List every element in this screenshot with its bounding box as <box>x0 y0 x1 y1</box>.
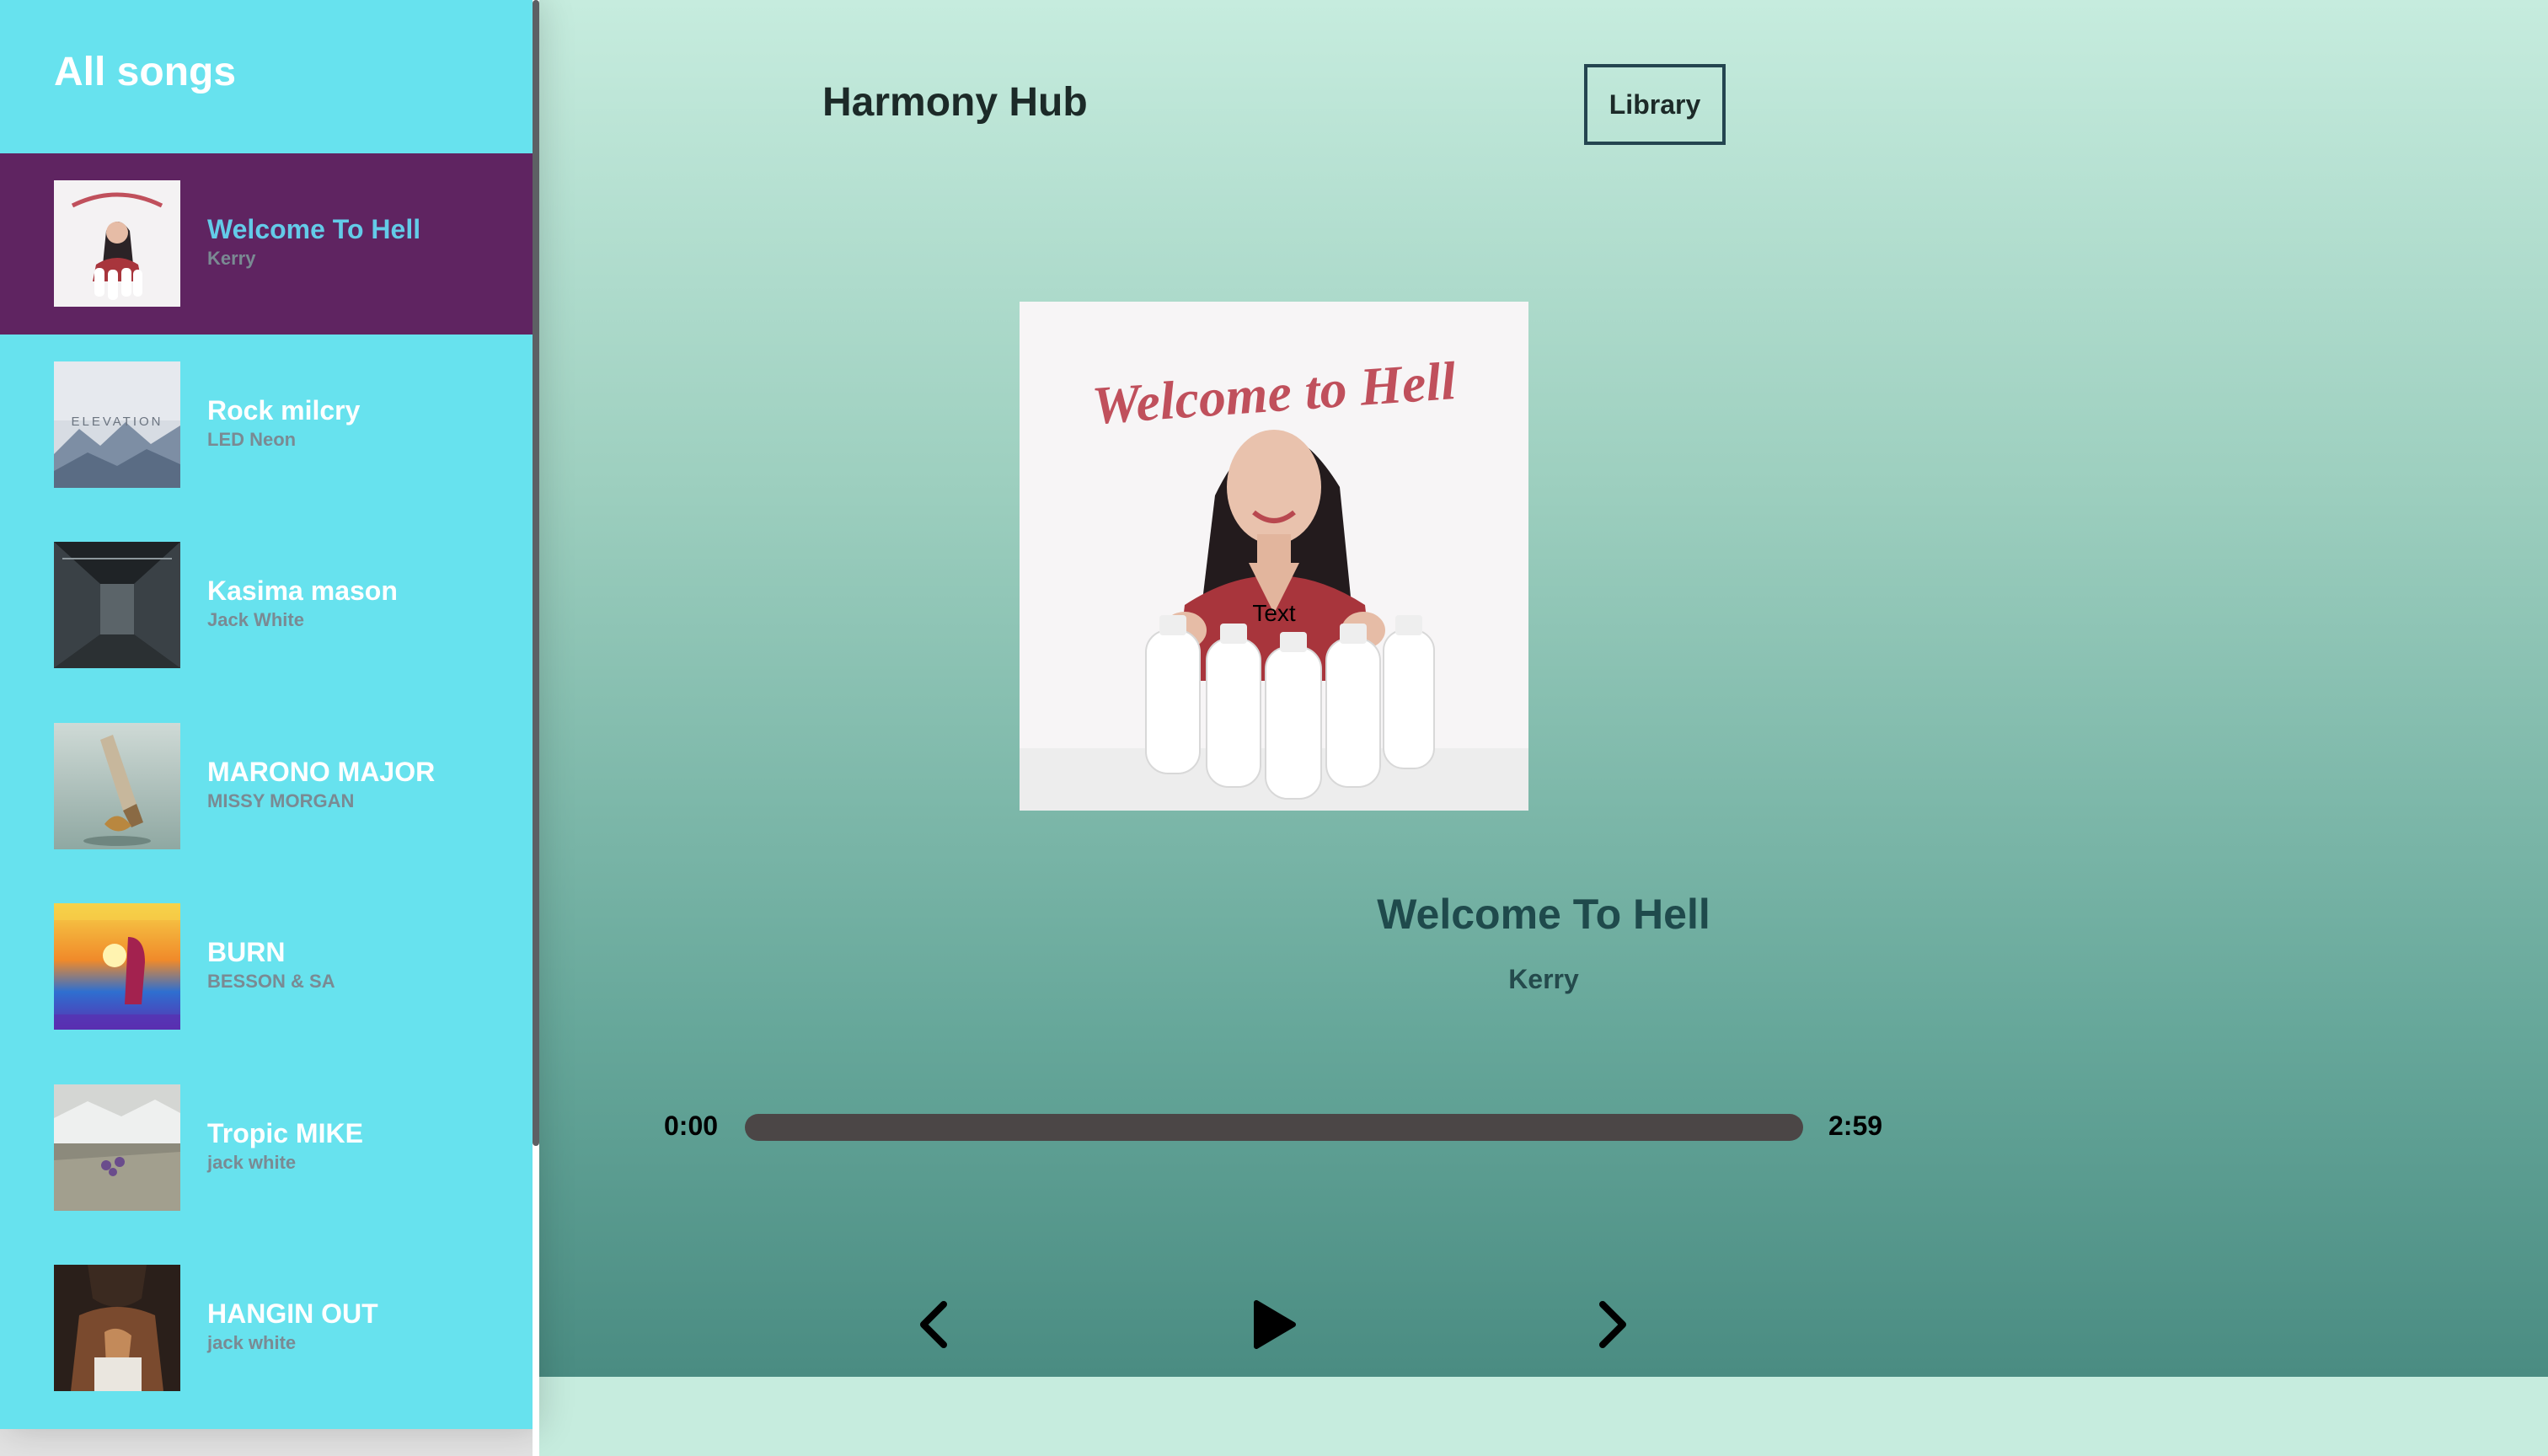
song-item-hangin-out[interactable]: HANGIN OUT jack white <box>0 1238 533 1419</box>
album-art: Welcome to Hell Text <box>1020 302 1528 811</box>
album-art-caption: Text <box>1252 600 1296 626</box>
song-cover: ELEVATION <box>54 361 180 488</box>
song-cover <box>54 722 180 849</box>
song-item-kasima-mason[interactable]: Kasima mason Jack White <box>0 515 533 696</box>
song-title: BURN <box>207 937 286 967</box>
chevron-right-icon <box>1599 1301 1626 1348</box>
play-button[interactable] <box>1240 1291 1308 1358</box>
song-cover <box>54 1084 180 1211</box>
duration-time: 2:59 <box>1828 1111 1883 1141</box>
sidebar-title: All songs <box>54 50 237 94</box>
player-panel: Harmony Hub Library Welcome to Hell Text… <box>539 0 2548 1377</box>
song-cover <box>54 1265 180 1391</box>
song-title: HANGIN OUT <box>207 1298 378 1329</box>
song-title: Kasima mason <box>207 575 398 606</box>
song-artist: jack white <box>207 1332 297 1353</box>
track-artist: Kerry <box>1508 964 1579 994</box>
library-panel: All songs Welcome To Hell Kerry ELEVATIO… <box>0 0 533 1429</box>
library-button[interactable]: Library <box>1584 64 1726 145</box>
song-artist: jack white <box>207 1151 297 1173</box>
chevron-left-icon <box>920 1301 947 1348</box>
next-button[interactable] <box>1579 1291 1646 1358</box>
song-title: MARONO MAJOR <box>207 756 436 787</box>
progress-bar[interactable] <box>745 1114 1803 1141</box>
song-item-rock-milcry[interactable]: ELEVATION Rock milcry LED Neon <box>0 335 533 516</box>
song-title: Tropic MIKE <box>207 1117 363 1148</box>
song-artist: Jack White <box>207 609 304 630</box>
sidebar-scrollbar[interactable] <box>533 0 539 1146</box>
track-title: Welcome To Hell <box>1377 891 1710 938</box>
cover-text: ELEVATION <box>72 415 163 429</box>
song-artist: MISSY MORGAN <box>207 790 355 811</box>
song-cover <box>54 180 180 307</box>
song-cover <box>54 903 180 1030</box>
song-item-burn[interactable]: BURN BESSON & SA <box>0 876 533 1057</box>
current-time: 0:00 <box>664 1111 719 1141</box>
song-artist: LED Neon <box>207 428 297 450</box>
song-artist: BESSON & SA <box>207 971 335 992</box>
previous-button[interactable] <box>900 1291 967 1358</box>
song-title: Rock milcry <box>207 394 361 426</box>
song-artist: Kerry <box>207 248 256 269</box>
library-sidebar: All songs Welcome To Hell Kerry ELEVATIO… <box>0 0 533 1456</box>
app-title: Harmony Hub <box>822 80 1088 125</box>
song-title: Welcome To Hell <box>207 214 421 244</box>
song-item-welcome-to-hell[interactable]: Welcome To Hell Kerry <box>0 153 533 335</box>
song-item-marono-major[interactable]: MARONO MAJOR MISSY MORGAN <box>0 696 533 877</box>
song-cover <box>54 542 180 668</box>
song-list: Welcome To Hell Kerry ELEVATION Rock mil… <box>0 153 533 1419</box>
song-item-tropic-mike[interactable]: Tropic MIKE jack white <box>0 1057 533 1239</box>
play-icon <box>1254 1300 1296 1349</box>
